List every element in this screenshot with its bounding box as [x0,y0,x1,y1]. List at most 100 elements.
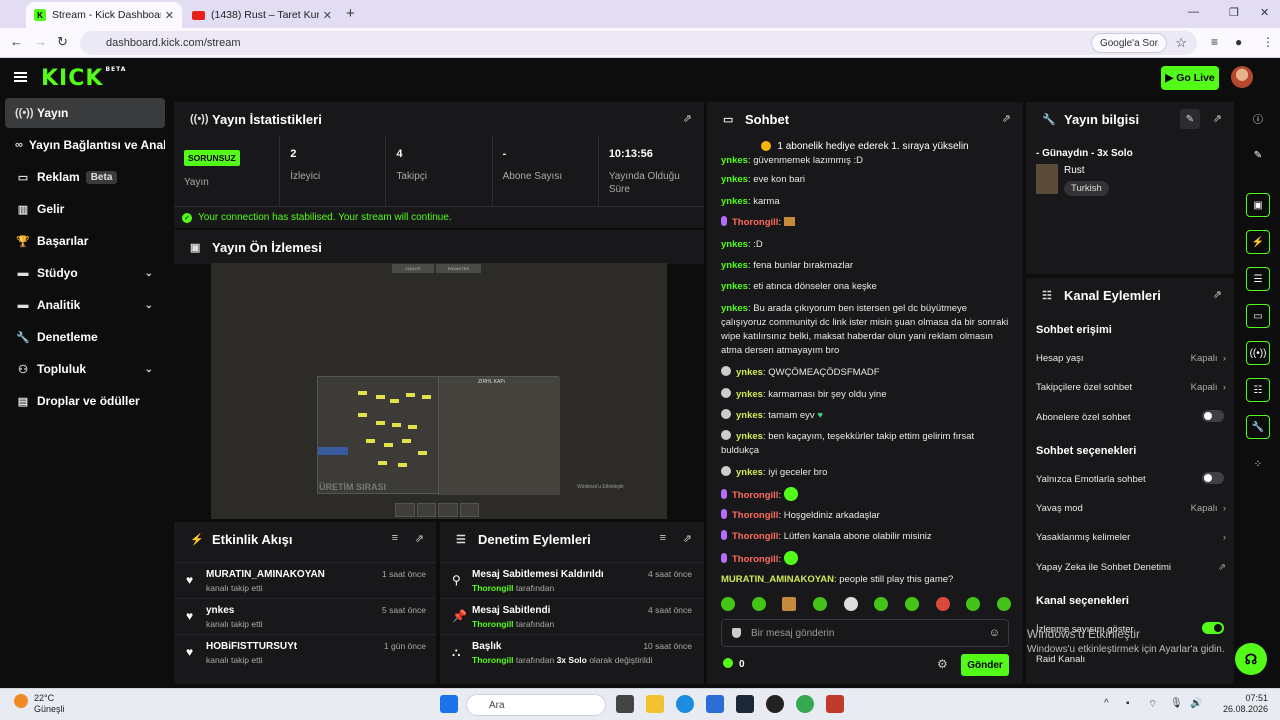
chat-input[interactable]: Bir mesaj gönderin ☺ [721,619,1009,647]
go-live-button[interactable]: ▶ Go Live [1161,66,1219,90]
chat-username[interactable]: ynkes [721,196,748,207]
sidebar-item-stream-key[interactable]: ∞ Yayın Bağlantısı ve Anahtarı [5,130,165,160]
sidebar-item-gelir[interactable]: ▥ Gelir [5,194,165,224]
kick-logo[interactable]: KICK BETA [41,66,126,91]
bookmark-star-icon[interactable]: ☆ [1175,35,1187,51]
stats-widget-icon[interactable]: ▣ [1246,193,1270,217]
tab-youtube[interactable]: (1438) Rust – Taret Kurulumu | ✕ [184,2,340,28]
info-icon[interactable]: ⓘ [1246,106,1270,130]
stream-preview-video[interactable]: KİŞİLER ENVANTER ZIRHL KAPı ÜRETİM SIRAS… [211,263,667,519]
mic-icon[interactable]: 🎙 [1170,698,1183,709]
emote-icon[interactable] [935,597,950,611]
tab-kick-dashboard[interactable]: K Stream - Kick Dashboard ✕ [26,2,182,28]
wrench-icon[interactable]: 🔧 [1246,415,1270,439]
minimize-icon[interactable]: — [1188,6,1199,18]
network-icon[interactable]: ⌔ [1148,698,1157,711]
popout-icon[interactable]: ⇗ [1213,112,1222,125]
filter-icon[interactable]: ≡ [392,532,398,544]
user-avatar[interactable] [1231,66,1253,88]
account-age-row[interactable]: Hesap yaşı Kapalı › [1036,353,1226,364]
close-window-icon[interactable]: ✕ [1260,6,1269,19]
chat-username[interactable]: ynkes [721,281,748,292]
tray-app-icon[interactable]: ▪ [1126,698,1130,709]
chat-username[interactable]: MURATIN_AMINAKOYAN [721,574,834,585]
chat-username[interactable]: Thorongill [732,531,778,542]
chrome-icon[interactable] [796,695,814,713]
popout-icon[interactable]: ⇗ [1002,112,1011,125]
popout-icon[interactable]: ⇗ [683,532,692,545]
emote-icon[interactable] [966,597,981,611]
category-name[interactable]: Rust [1064,165,1085,176]
sidebar-item-yayin[interactable]: ((•)) Yayın [5,98,165,128]
mod-user[interactable]: Thorongill [472,619,514,629]
gift-sub-banner[interactable]: 1 abonelik hediye ederek 1. sıraya yükse… [707,136,1023,156]
hamburger-menu-icon[interactable] [14,72,27,82]
emote-icon[interactable] [751,597,766,611]
emote-icon[interactable] [812,597,827,611]
google-ask-button[interactable]: Google'a Sor [1090,33,1167,53]
activity-name[interactable]: ynkes [206,605,234,616]
volume-icon[interactable]: 🔊 [1190,698,1202,709]
sidebar-item-analitik[interactable]: ▬ Analitik ⌄ [5,290,165,320]
sidebar-item-studyo[interactable]: ▬ Stüdyo ⌄ [5,258,165,288]
widgets-icon[interactable]: ⁘ [1246,452,1270,476]
sidebar-item-reklam[interactable]: ▭ Reklam Beta [5,162,165,192]
ai-moderation-row[interactable]: Yapay Zeka ile Sohbet Denetimi ⇗ [1036,562,1226,573]
taskbar-search[interactable]: Ara [466,694,606,716]
edit-icon[interactable]: ✎ [1246,143,1270,167]
reading-list-icon[interactable]: ≡ [1211,35,1218,49]
channel-points[interactable]: 0 [723,658,745,670]
store-icon[interactable] [706,695,724,713]
popout-icon[interactable]: ⇗ [415,532,424,545]
slow-mode-row[interactable]: Yavaş mod Kapalı › [1036,503,1226,514]
sidebar-item-denetleme[interactable]: 🔧 Denetleme [5,322,165,352]
chat-username[interactable]: Thorongill [732,217,778,228]
windows-start-icon[interactable] [440,695,458,713]
broadcast-icon[interactable]: ((•)) [1246,341,1270,365]
emote-icon[interactable] [782,597,797,611]
followers-only-row[interactable]: Takipçilere özel sohbet Kapalı › [1036,382,1226,393]
sidebar-item-droplar[interactable]: ▤ Droplar ve ödüller [5,386,165,416]
emote-icon[interactable] [874,597,889,611]
task-view-icon[interactable] [616,695,634,713]
back-icon[interactable]: ← [10,34,23,49]
banned-words-row[interactable]: Yasaklanmış kelimeler › [1036,532,1226,543]
rust-icon[interactable] [826,695,844,713]
actions-icon[interactable]: ☷ [1246,378,1270,402]
list-icon[interactable]: ☰ [1246,267,1270,291]
close-tab-icon[interactable]: ✕ [323,9,332,22]
chat-username[interactable]: ynkes [736,389,763,400]
tray-chevron-icon[interactable]: ^ [1104,698,1109,709]
close-tab-icon[interactable]: ✕ [165,9,174,22]
chat-username[interactable]: ynkes [736,431,763,442]
support-button[interactable]: ☊ [1235,643,1267,675]
chat-icon[interactable]: ▭ [1246,304,1270,328]
chat-username[interactable]: ynkes [721,239,748,250]
emote-icon[interactable] [843,597,858,611]
chat-username[interactable]: ynkes [736,367,763,378]
menu-dots-icon[interactable]: ⋮ [1262,35,1274,49]
emoji-icon[interactable]: ☺ [989,627,1000,639]
send-button[interactable]: Gönder [961,654,1009,676]
new-tab-icon[interactable]: + [346,5,355,22]
sidebar-item-basarilar[interactable]: 🏆 Başarılar [5,226,165,256]
emote-icon[interactable] [721,597,735,611]
chat-username[interactable]: ynkes [736,467,763,478]
mod-user[interactable]: Thorongill [472,655,514,665]
taskbar-clock[interactable]: 07:51 26.08.2026 [1223,693,1268,715]
chat-username[interactable]: ynkes [721,260,748,271]
activity-name[interactable]: HOBiFISTTURSUYt [206,641,297,652]
chat-username[interactable]: ynkes [721,156,748,166]
filter-icon[interactable]: ≡ [660,532,666,544]
obs-icon[interactable] [766,695,784,713]
profile-icon[interactable]: ● [1235,35,1242,49]
chat-username[interactable]: Thorongill [732,554,778,565]
weather-widget[interactable]: 22°C Güneşli [34,693,65,715]
subs-only-toggle[interactable] [1202,410,1224,422]
chat-username[interactable]: Thorongill [732,490,778,501]
emote-icon[interactable] [904,597,919,611]
popout-icon[interactable]: ⇗ [683,112,692,125]
url-input[interactable]: dashboard.kick.com/stream Google'a Sor ☆ [80,31,1197,55]
edit-button[interactable]: ✎ [1180,109,1200,129]
chat-messages[interactable]: ynkes: güvenmemek lazımmış :D ynkes: eve… [707,156,1023,590]
